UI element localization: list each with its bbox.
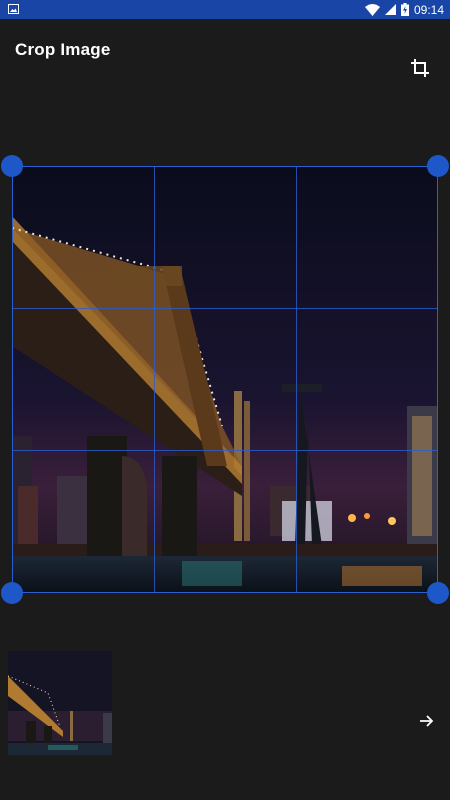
battery-icon [400, 3, 409, 16]
app-bar [0, 19, 450, 119]
status-icons: 09:14 [364, 2, 444, 17]
page-title: Crop Image [15, 40, 111, 59]
clock: 09:14 [413, 2, 444, 17]
arrow-right-icon [420, 715, 434, 727]
image-thumbnail[interactable] [8, 651, 112, 755]
crop-icon [411, 59, 429, 77]
wifi-icon [364, 3, 380, 16]
signal-icon [384, 4, 396, 15]
grid-line [13, 450, 437, 451]
crop-handle-top-left[interactable] [1, 155, 23, 177]
crop-handle-bottom-left[interactable] [1, 582, 23, 604]
grid-line [296, 167, 297, 592]
grid-line [154, 167, 155, 592]
next-button[interactable] [412, 706, 442, 736]
crop-handle-bottom-right[interactable] [427, 582, 449, 604]
crop-handle-top-right[interactable] [427, 155, 449, 177]
status-bar: 09:14 [0, 0, 450, 19]
crop-button[interactable] [405, 53, 435, 83]
grid-line [13, 308, 437, 309]
crop-frame [12, 166, 438, 593]
thumbnail-photo [8, 651, 112, 755]
image-icon [8, 4, 19, 14]
